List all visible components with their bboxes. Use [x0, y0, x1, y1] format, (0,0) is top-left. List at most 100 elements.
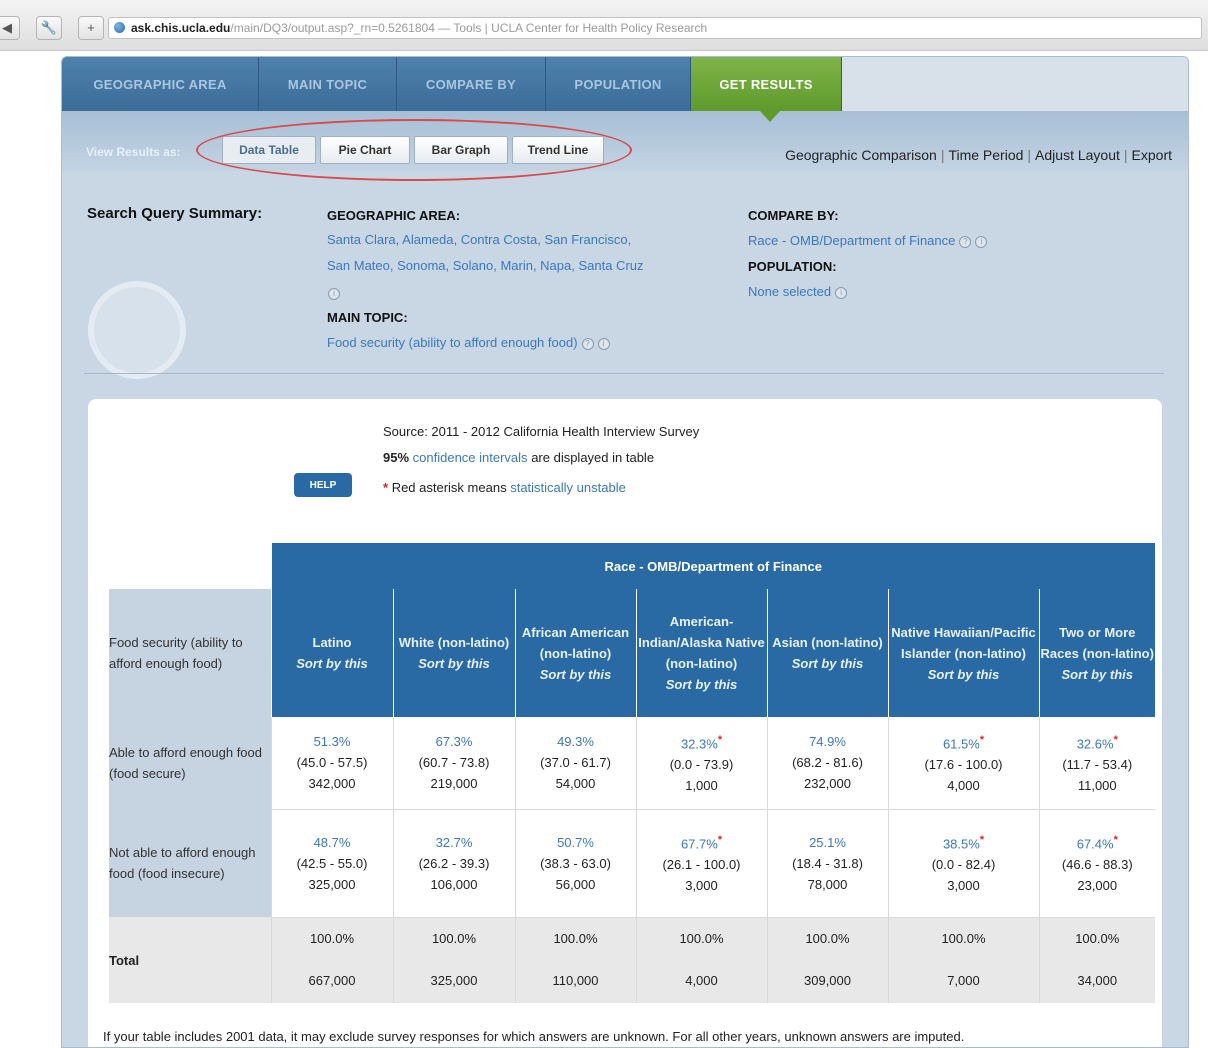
- column-header[interactable]: Two or More Races (non-latino) Sort by th…: [1038, 589, 1156, 717]
- table-cell: 38.5%* (0.0 - 82.4) 3,000: [887, 809, 1039, 918]
- red-asterisk-icon: *: [383, 480, 389, 495]
- table-cell: 49.3% (37.0 - 61.7) 54,000: [514, 717, 636, 810]
- sort-link[interactable]: Sort by this: [394, 653, 515, 674]
- table-row: Not able to afford enough food (food ins…: [109, 809, 1155, 918]
- statistically-unstable-link[interactable]: statistically unstable: [510, 480, 626, 495]
- total-cell: 100.0% 110,000: [514, 917, 636, 1003]
- result-options-links: Geographic Comparison | Time Period | Adjust…: [785, 147, 1172, 163]
- time-period-link[interactable]: Time Period: [948, 147, 1023, 163]
- pie-chart-button[interactable]: Pie Chart: [320, 136, 410, 164]
- unstable-asterisk: *: [979, 733, 985, 746]
- geo-line-2[interactable]: San Mateo, Sonoma, Solano, Marin, Napa, …: [327, 253, 644, 279]
- app-frame: GEOGRAPHIC AREA MAIN TOPIC COMPARE BY PO…: [61, 56, 1189, 1048]
- help-button[interactable]: HELP: [294, 473, 352, 497]
- summary-title: Search Query Summary:: [87, 205, 263, 222]
- table-cell: 67.7%* (26.1 - 100.0) 3,000: [635, 809, 767, 918]
- total-label: Total: [109, 917, 271, 1003]
- play-watermark-icon: [88, 281, 186, 379]
- export-link[interactable]: Export: [1132, 147, 1172, 163]
- table-cell: 25.1% (18.4 - 31.8) 78,000: [766, 809, 888, 918]
- table-row: Able to afford enough food (food secure)…: [109, 717, 1155, 810]
- url-host: ask.chis.ucla.edu: [131, 21, 231, 35]
- bar-graph-button[interactable]: Bar Graph: [414, 136, 508, 164]
- data-table-button[interactable]: Data Table: [222, 136, 316, 164]
- confidence-intervals-link[interactable]: confidence intervals: [413, 450, 528, 465]
- geo-line-1[interactable]: Santa Clara, Alameda, Contra Costa, San …: [327, 227, 631, 253]
- table-cell: 32.6%* (11.7 - 53.4) 11,000: [1038, 717, 1155, 810]
- total-cell: 100.0% 7,000: [887, 917, 1039, 1003]
- sort-link[interactable]: Sort by this: [889, 664, 1039, 685]
- compare-by-heading: COMPARE BY:: [748, 208, 839, 223]
- total-cell: 100.0% 309,000: [766, 917, 888, 1003]
- table-cell: 51.3% (45.0 - 57.5) 342,000: [270, 717, 393, 810]
- geo-heading: GEOGRAPHIC AREA:: [327, 208, 461, 223]
- table-cell: 74.9% (68.2 - 81.6) 232,000: [766, 717, 888, 810]
- back-icon[interactable]: ◀: [0, 16, 20, 40]
- sort-link[interactable]: Sort by this: [516, 664, 636, 685]
- sort-link[interactable]: Sort by this: [272, 653, 393, 674]
- tab-geographic-area[interactable]: GEOGRAPHIC AREA: [62, 57, 259, 111]
- footnote: If your table includes 2001 data, it may…: [103, 1029, 965, 1044]
- tab-compare-by[interactable]: COMPARE BY: [397, 57, 546, 111]
- unstable-asterisk: *: [1113, 733, 1118, 746]
- active-tab-pointer: [760, 111, 780, 122]
- main-nav: GEOGRAPHIC AREA MAIN TOPIC COMPARE BY PO…: [62, 57, 1188, 111]
- row-label: Not able to afford enough food (food ins…: [109, 809, 271, 917]
- column-header[interactable]: White (non-latino) Sort by this: [392, 589, 515, 717]
- results-table: Race - OMB/Department of Finance Food se…: [109, 543, 1155, 1003]
- table-cell: 50.7% (38.3 - 63.0) 56,000: [514, 809, 636, 918]
- row-label: Able to afford enough food (food secure): [109, 717, 271, 809]
- column-header[interactable]: Asian (non-latino) Sort by this: [766, 589, 888, 717]
- info-icon[interactable]: i: [975, 235, 988, 248]
- total-cell: 100.0% 34,000: [1038, 917, 1155, 1003]
- compare-by-value[interactable]: Race - OMB/Department of Finance? i: [748, 228, 988, 254]
- row-dimension-header: Food security (ability to afford enough …: [109, 589, 271, 717]
- info-icon[interactable]: i: [597, 337, 610, 350]
- table-cell: 61.5%* (17.6 - 100.0) 4,000: [887, 717, 1039, 810]
- main-topic-value[interactable]: Food security (ability to afford enough …: [327, 330, 610, 356]
- column-header[interactable]: American-Indian/Alaska Native (non-latin…: [635, 589, 767, 717]
- new-tab-icon[interactable]: +: [78, 16, 104, 40]
- group-header: Race - OMB/Department of Finance: [270, 543, 1155, 589]
- view-results-label: View Results as:: [86, 145, 181, 159]
- adjust-layout-link[interactable]: Adjust Layout: [1035, 147, 1120, 163]
- column-header[interactable]: Native Hawaiian/Pacific Islander (non-la…: [887, 589, 1039, 717]
- unstable-asterisk: *: [717, 833, 723, 846]
- unstable-asterisk: *: [979, 833, 985, 846]
- globe-icon: [114, 22, 125, 33]
- results-card: Source: 2011 - 2012 California Health In…: [88, 399, 1162, 1047]
- column-header[interactable]: African American (non-latino) Sort by thi…: [514, 589, 636, 717]
- total-row: Total 100.0% 667,000 100.0% 325,000 100.0%…: [109, 917, 1155, 1003]
- total-cell: 100.0% 667,000: [270, 917, 393, 1003]
- table-cell: 32.7% (26.2 - 39.3) 106,000: [392, 809, 515, 918]
- trend-line-button[interactable]: Trend Line: [512, 136, 604, 164]
- main-topic-heading: MAIN TOPIC:: [327, 310, 408, 325]
- sort-link[interactable]: Sort by this: [637, 674, 767, 695]
- population-heading: POPULATION:: [748, 259, 837, 274]
- tab-get-results[interactable]: GET RESULTS: [691, 57, 842, 111]
- help-circle-icon[interactable]: ?: [959, 235, 972, 248]
- table-cell: 67.3% (60.7 - 73.8) 219,000: [392, 717, 515, 810]
- sort-link[interactable]: Sort by this: [768, 653, 888, 674]
- help-circle-icon[interactable]: ?: [581, 337, 594, 350]
- info-icon[interactable]: i: [328, 287, 340, 300]
- url-rest: /main/DQ3/output.asp?_rn=0.5261804 — Too…: [230, 21, 708, 35]
- browser-toolbar: ◀ 🔧 + ask.chis.ucla.edu/main/DQ3/output.…: [0, 0, 1208, 51]
- table-cell: 32.3%* (0.0 - 73.9) 1,000: [635, 717, 767, 810]
- geographic-comparison-link[interactable]: Geographic Comparison: [785, 147, 937, 163]
- search-query-summary: Search Query Summary: GEOGRAPHIC AREA: S…: [62, 171, 1188, 381]
- tab-main-topic[interactable]: MAIN TOPIC: [259, 57, 397, 111]
- asterisk-line: * Red asterisk means statistically unsta…: [383, 480, 626, 495]
- wrench-icon[interactable]: 🔧: [36, 16, 62, 40]
- column-header[interactable]: Latino Sort by this: [270, 589, 393, 717]
- total-cell: 100.0% 325,000: [392, 917, 515, 1003]
- tab-population[interactable]: POPULATION: [546, 57, 691, 111]
- sort-link[interactable]: Sort by this: [1040, 664, 1156, 685]
- ci-line: 95% confidence intervals are displayed i…: [383, 450, 655, 465]
- info-icon[interactable]: i: [835, 286, 848, 299]
- address-bar[interactable]: ask.chis.ucla.edu/main/DQ3/output.asp?_r…: [108, 17, 1202, 39]
- population-value[interactable]: None selected i: [748, 279, 848, 305]
- unstable-asterisk: *: [1113, 833, 1118, 846]
- unstable-asterisk: *: [717, 733, 723, 746]
- table-cell: 67.4%* (46.6 - 88.3) 23,000: [1038, 809, 1155, 918]
